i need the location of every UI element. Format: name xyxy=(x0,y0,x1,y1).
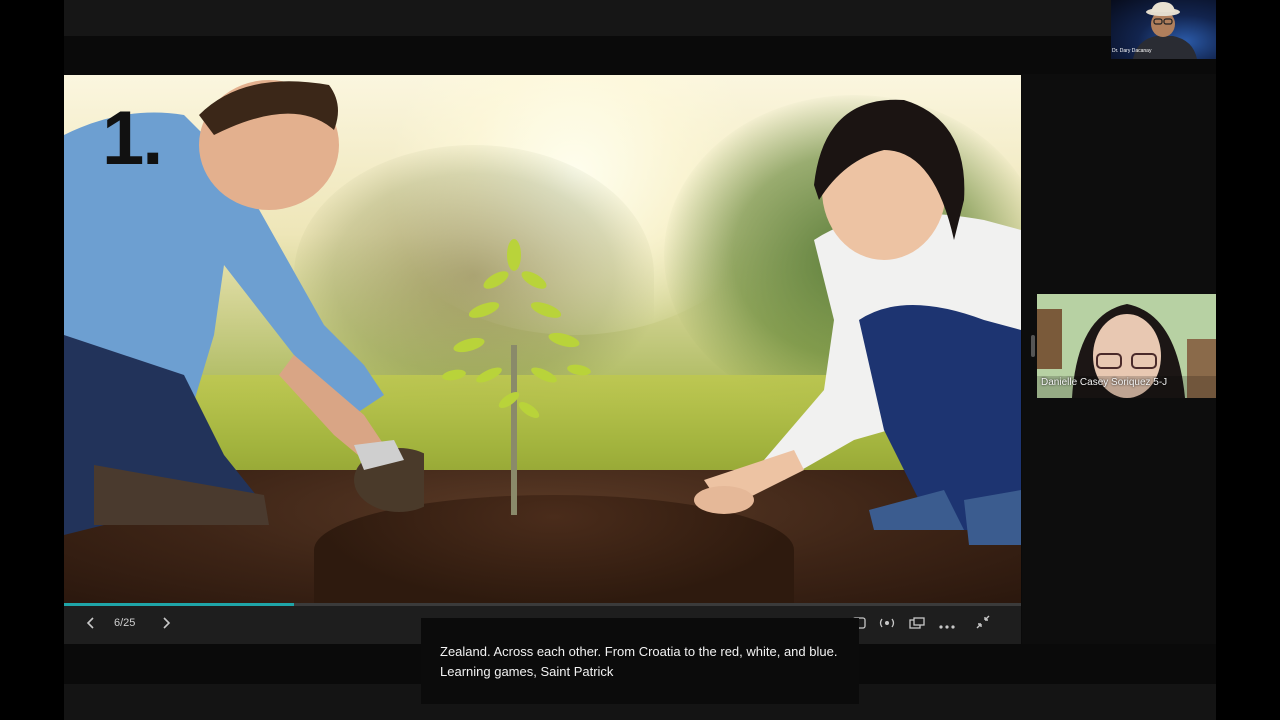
participant-name-label: Danielle Casey Soriquez 5-J xyxy=(1041,377,1168,388)
live-caption-box: Zealand. Across each other. From Croatia… xyxy=(421,618,859,704)
more-icon[interactable] xyxy=(937,615,957,635)
screen-layout-icon[interactable] xyxy=(907,615,927,635)
host-video-tile[interactable]: Dr. Dary Dacanay xyxy=(1111,0,1216,59)
page-counter: 6/25 xyxy=(114,617,136,629)
sapling-plant xyxy=(442,239,591,515)
top-bar xyxy=(64,0,1111,36)
broadcast-icon[interactable] xyxy=(877,615,897,635)
girl-planting-figure xyxy=(694,99,1021,545)
live-caption-text: Zealand. Across each other. From Croatia… xyxy=(440,644,838,679)
exit-fullscreen-icon[interactable] xyxy=(973,615,993,635)
chevron-left-icon[interactable] xyxy=(81,615,101,635)
participant-video-tile[interactable]: Danielle Casey Soriquez 5-J xyxy=(1037,294,1216,398)
host-name-label: Dr. Dary Dacanay xyxy=(1112,48,1152,54)
chevron-right-icon[interactable] xyxy=(156,615,176,635)
slide-number: 1. xyxy=(102,96,163,181)
shared-slide-image: 1. xyxy=(64,75,1021,605)
sidebar-resize-handle[interactable] xyxy=(1031,335,1035,357)
